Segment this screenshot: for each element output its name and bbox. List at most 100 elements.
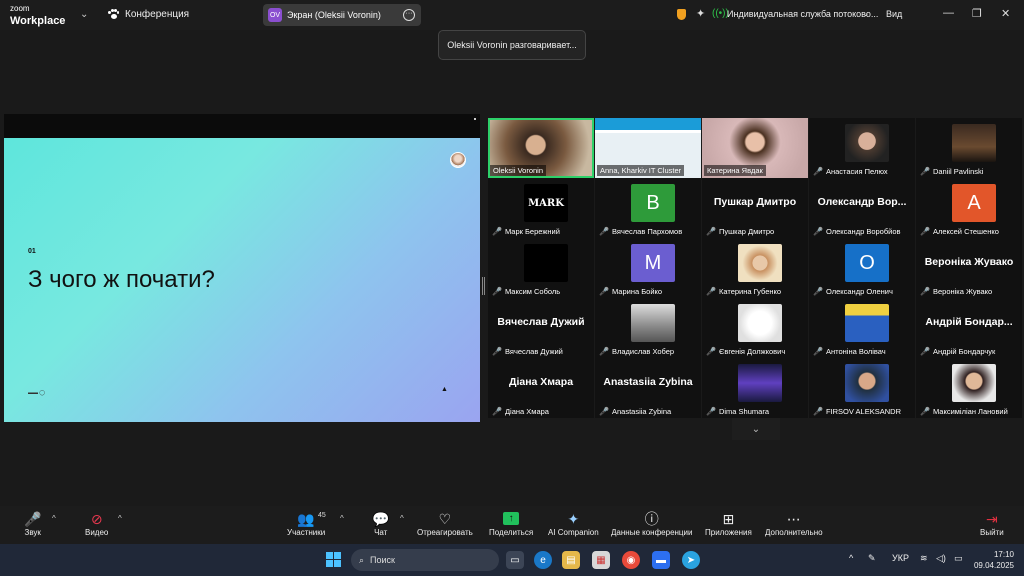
split-divider-handle[interactable] [482,277,485,295]
wifi-icon[interactable]: ≋ [920,553,928,564]
participant-name-label: FIRSOV ALEKSANDR [825,407,901,416]
windows-start-icon[interactable] [326,552,341,567]
camera-off-icon: ⊘ [90,511,103,527]
chat-button[interactable]: 💬 Чат [372,510,389,537]
zoom-app-icon[interactable]: ▬ [652,551,670,569]
search-icon: ⌕ [359,554,365,565]
participant-tile[interactable]: 🎤 Антоніна Волівач [809,298,915,358]
react-button[interactable]: ♡ Отреагировать [417,510,473,537]
streaming-label[interactable]: Индивидуальная служба потоково... [727,9,878,19]
chevron-down-icon[interactable]: ⌄ [80,9,88,20]
participant-tile[interactable]: 🎤 Євгенія Должкович [702,298,808,358]
participant-tile[interactable]: B 🎤 Вячеслав Пархомов [595,178,701,238]
telegram-icon[interactable]: ➤ [682,551,700,569]
participant-name-label: Марк Бережний [504,227,560,236]
participant-name: 🎤 Вячеслав Пархомов [599,227,682,236]
shared-screen[interactable]: 01 З чого ж почати? ▬▬ ◯ ▲ [4,114,480,422]
avatar [738,364,782,402]
participant-name-label: Олександр Оленич [825,287,893,296]
participant-tile[interactable]: Вероніка Жувако 🎤 Вероніка Жувако [916,238,1022,298]
participant-tile[interactable]: Андрій Бондар... 🎤 Андрій Бондарчук [916,298,1022,358]
participant-tile[interactable]: Катерина Явдак [702,118,808,178]
leave-button[interactable]: ⇥ Выйти [980,510,1004,537]
ai-companion-button[interactable]: ✦ AI Companion [548,510,599,537]
more-options-icon[interactable]: ··· [403,9,415,21]
participant-name-label: Катерина Явдак [707,166,763,175]
file-explorer-icon[interactable]: ▤ [562,551,580,569]
chat-label: Чат [374,528,388,537]
audio-button[interactable]: 🎤 Звук [24,510,41,537]
minimize-icon[interactable]: — [943,7,954,19]
participant-tile[interactable]: 🎤 Анастасия Пелюх [809,118,915,178]
participant-tile[interactable]: 🎤 Daniil Pavlinski [916,118,1022,178]
store-icon[interactable]: ▦ [592,551,610,569]
mic-muted-icon: 🎤 [813,287,823,296]
edge-icon[interactable]: e [534,551,552,569]
close-icon[interactable]: ✕ [1001,7,1010,20]
avatar: A [952,184,996,222]
logo-small-text: zoom [10,4,30,13]
taskbar-search-label: Поиск [370,555,395,565]
taskbar-search[interactable]: ⌕ Поиск [351,549,499,571]
taskbar-clock[interactable]: 17:10 09.04.2025 [970,549,1014,571]
speaker-icon[interactable]: ◁) [936,553,946,564]
participant-tile[interactable]: A 🎤 Алексей Стешенко [916,178,1022,238]
pen-icon[interactable]: ✎ [868,553,876,564]
participant-name-label: Anna, Kharkiv IT Cluster [600,166,682,175]
leave-icon: ⇥ [985,511,998,527]
participant-tile[interactable]: 🎤 Катерина Губенко [702,238,808,298]
mic-muted-icon: 🎤 [813,227,823,236]
participant-tile[interactable]: 🎤 Владислав Хобер [595,298,701,358]
participant-display-name: Пушкар Дмитро [713,196,797,208]
chevron-up-icon[interactable]: ^ [340,514,344,523]
participant-tile[interactable]: 🎤 Максиміліан Лановий [916,358,1022,418]
language-indicator[interactable]: УКР [892,553,909,563]
participant-tile[interactable]: Вячеслав Дужий 🎤 Вячеслав Дужий [488,298,594,358]
participant-tile[interactable]: O 🎤 Олександр Оленич [809,238,915,298]
participant-tile[interactable]: Anastasiia Zybina 🎤 Anastasiia Zybina [595,358,701,418]
shield-icon[interactable] [677,9,686,20]
task-view-icon[interactable]: ▭ [506,551,524,569]
clock-date: 09.04.2025 [973,561,1014,570]
avatar [524,244,568,282]
audio-label: Звук [24,528,41,537]
participant-name: 🎤 Марина Бойко [599,287,662,296]
more-button[interactable]: ⋯ Дополнительно [765,510,823,537]
chevron-down-icon[interactable]: ⌄ [862,8,870,19]
participant-tile[interactable]: Пушкар Дмитро 🎤 Пушкар Дмитро [702,178,808,238]
participant-display-name: Вероніка Жувако [924,256,1014,268]
apps-button[interactable]: ⊞ Приложения [705,510,752,537]
participant-tile[interactable]: 🎤 Максим Соболь [488,238,594,298]
chevron-up-icon[interactable]: ^ [400,514,404,523]
presenter-avatar [450,152,466,168]
participant-name: 🎤 Марк Бережний [492,227,560,236]
chevron-up-icon[interactable]: ^ [849,553,853,563]
mic-muted-icon: 🎤 [813,347,823,356]
chevron-up-icon[interactable]: ^ [52,514,56,523]
participant-name-label: Марина Бойко [611,287,663,296]
chevron-up-icon[interactable]: ^ [118,514,122,523]
screen-share-pill[interactable]: OV Экран (Oleksii Voronin) ··· [263,4,421,26]
chrome-icon[interactable]: ◉ [622,551,640,569]
battery-icon[interactable]: ▭ [954,553,963,564]
participant-tile[interactable]: MARK 🎤 Марк Бережний [488,178,594,238]
chevron-down-icon[interactable]: ⌄ [732,418,780,440]
participant-tile[interactable]: 🎤 FIRSOV ALEKSANDR [809,358,915,418]
share-button[interactable]: ↑ Поделиться [489,510,533,537]
participant-tile[interactable]: Oleksii Voronin [488,118,594,178]
restore-icon[interactable]: ❐ [972,7,982,20]
participant-tile[interactable]: Олександр Вор... 🎤 Олександр Воробйов [809,178,915,238]
participant-name: 🎤 Anastasiia Zybina [599,407,671,416]
mic-muted-icon: 🎤 [706,227,716,236]
participant-tile[interactable]: Діана Хмара 🎤 Діана Хмара [488,358,594,418]
participant-tile[interactable]: M 🎤 Марина Бойко [595,238,701,298]
view-button[interactable]: Вид [886,9,902,19]
video-button[interactable]: ⊘ Видео [85,510,108,537]
clock-time: 17:10 [993,550,1014,559]
mic-muted-icon: 🎤 [920,407,930,416]
meeting-info-button[interactable]: ⓘ Данные конференции [611,510,692,537]
participant-tile[interactable]: 🎤 Dima Shumara [702,358,808,418]
sparkle-icon[interactable]: ✦ [696,7,705,20]
participant-tile[interactable]: Anna, Kharkiv IT Cluster [595,118,701,178]
meeting-title[interactable]: Конференция [108,9,189,20]
